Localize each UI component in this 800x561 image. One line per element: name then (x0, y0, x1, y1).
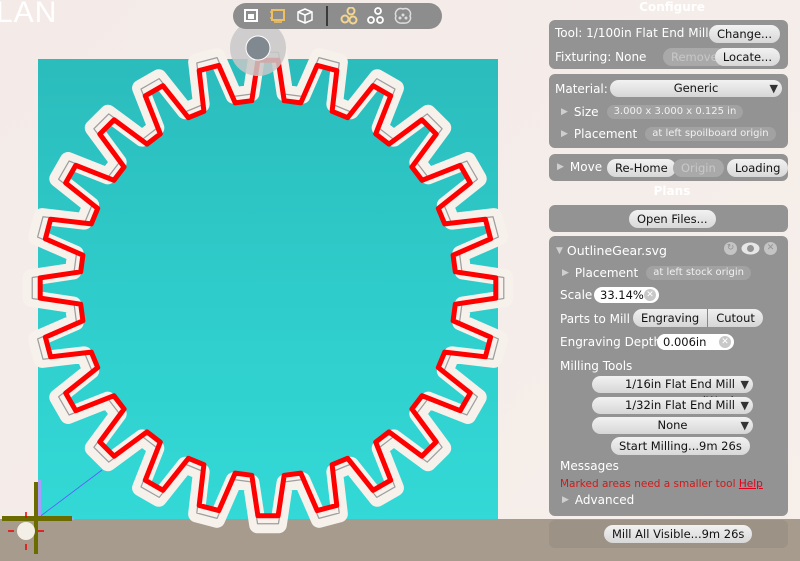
material-label: Material: (555, 82, 608, 96)
open-files-panel: Open Files... (549, 205, 788, 232)
milling-tool-select-3[interactable]: None ▼ (592, 417, 753, 434)
file-placement-value: at left stock origin (646, 266, 752, 280)
scale-label: Scale (560, 288, 593, 302)
tool-panel: Tool: 1/100in Flat End Mill Change... Fi… (549, 20, 788, 69)
material-select[interactable]: Generic ▼ (610, 80, 782, 97)
configure-heading: Configure (639, 0, 705, 14)
rehome-button[interactable]: Re-Home (607, 159, 676, 177)
toolbar-divider (326, 6, 328, 26)
open-files-button[interactable]: Open Files... (629, 210, 716, 228)
tool-label: Tool: 1/100in Flat End Mill (555, 26, 709, 40)
mill-all-visible-button[interactable]: Mill All Visible...9m 26s (604, 525, 753, 543)
expand-triangle-icon: ▶ (561, 129, 568, 139)
file-placement-label: Placement (574, 266, 639, 280)
dropdown-caret-icon: ▼ (740, 419, 749, 432)
tool-position-circle[interactable] (17, 522, 35, 540)
file-name: OutlineGear.svg (566, 243, 667, 258)
front-view-icon[interactable] (241, 6, 261, 26)
scale-value: 33.14% (600, 288, 644, 302)
milling-tool-select-1[interactable]: 1/16in Flat End Mill (Wax) ▼ (592, 376, 753, 408)
remove-file-icon[interactable]: ✕ (764, 242, 777, 255)
scale-input[interactable]: 33.14% ✕ (594, 287, 659, 303)
size-value: 3.000 x 3.000 x 0.125 in (606, 105, 744, 119)
size-label: Size (573, 105, 599, 119)
help-link[interactable]: Help (739, 478, 763, 490)
advanced-label: Advanced (574, 493, 635, 507)
move-panel: ▶ Move Re-Home Origin Loading (549, 154, 789, 181)
material-value: Generic (673, 81, 719, 95)
milling-tool-select-2[interactable]: 1/32in Flat End Mill (Wax) ▼ (592, 397, 753, 429)
expand-triangle-icon: ▶ (557, 162, 564, 172)
refresh-icon[interactable]: ↻ (724, 242, 737, 255)
3d-view-icon[interactable] (295, 6, 315, 26)
origin-marker[interactable] (2, 469, 103, 554)
top-view-icon[interactable] (268, 6, 288, 26)
gear-outline[interactable] (22, 42, 514, 534)
advanced-row[interactable]: ▶ Advanced (562, 493, 788, 507)
mill-all-panel: Mill All Visible...9m 26s (549, 520, 788, 548)
gear-clearance-halo (22, 42, 514, 534)
move-label: Move (569, 160, 603, 174)
loading-button[interactable]: Loading (727, 159, 789, 177)
locate-button[interactable]: Locate... (714, 48, 780, 66)
engraving-depth-label: Engraving Depth (560, 335, 662, 349)
visibility-eye-icon[interactable] (741, 242, 760, 255)
cutout-option[interactable]: Cutout (707, 309, 763, 327)
parts-to-mill-label: Parts to Mill (560, 312, 630, 326)
tool-3-value: None (657, 418, 688, 432)
depth-value: 0.006in (663, 335, 707, 349)
change-tool-button[interactable]: Change... (709, 25, 780, 43)
crosshair-horizontal (2, 516, 72, 521)
material-placement-row[interactable]: ▶ Placement at left spoilboard origin (561, 127, 788, 141)
y-axis-indicator (38, 480, 41, 520)
design-canvas[interactable] (0, 0, 545, 561)
warning-text: Marked areas need a smaller tool (560, 478, 736, 490)
dropdown-caret-icon: ▼ (740, 399, 749, 412)
expand-triangle-icon: ▶ (562, 268, 569, 278)
placement-label: Placement (573, 127, 638, 141)
dropdown-caret-icon: ▼ (740, 378, 749, 391)
expand-triangle-icon: ▶ (561, 107, 568, 117)
plans-heading: Plans (653, 184, 691, 198)
clear-icon[interactable]: ✕ (644, 289, 656, 301)
warning-message: Marked areas need a smaller tool Help (560, 478, 763, 490)
engraving-depth-input[interactable]: 0.006in ✕ (657, 334, 734, 350)
file-panel: ▼ OutlineGear.svg ↻ ✕ ▶ Placement at lef… (549, 236, 788, 516)
view-toolbar (233, 3, 442, 29)
path-mode-icon[interactable] (366, 6, 386, 26)
region-mode-icon[interactable] (393, 6, 413, 26)
start-milling-button[interactable]: Start Milling...9m 26s (611, 437, 750, 455)
milling-tools-label: Milling Tools (560, 359, 633, 373)
collapse-triangle-icon: ▼ (556, 245, 563, 256)
parts-to-mill-toggle: Engraving Cutout (633, 309, 763, 327)
clear-icon[interactable]: ✕ (719, 336, 731, 348)
file-placement-row[interactable]: ▶ Placement at left stock origin (562, 266, 788, 280)
outline-mode-icon[interactable] (339, 6, 359, 26)
origin-guide-line (37, 469, 103, 519)
fixturing-label: Fixturing: None (555, 50, 647, 64)
engraving-option[interactable]: Engraving (633, 309, 708, 327)
expand-triangle-icon: ▶ (562, 495, 569, 505)
dropdown-caret-icon: ▼ (769, 82, 778, 95)
size-row[interactable]: ▶ Size 3.000 x 3.000 x 0.125 in (561, 105, 788, 119)
placement-value: at left spoilboard origin (645, 127, 776, 141)
gear-outline-path (37, 57, 499, 519)
messages-label: Messages (560, 459, 619, 473)
material-panel: Material: Generic ▼ ▶ Size 3.000 x 3.000… (549, 74, 788, 148)
origin-button[interactable]: Origin (673, 159, 724, 177)
